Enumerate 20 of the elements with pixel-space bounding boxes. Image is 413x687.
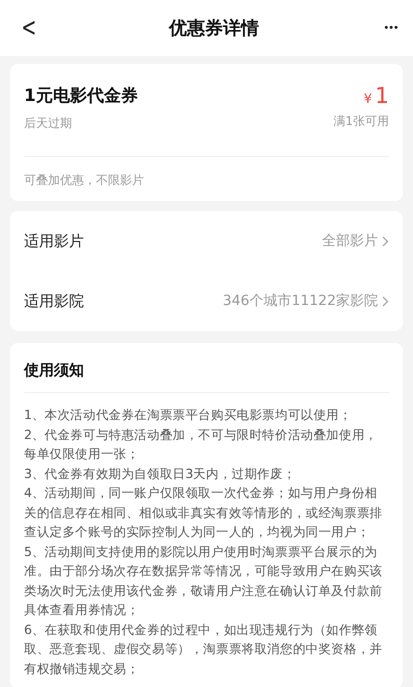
rule-text: 3、代金券有效期为自领取日3天内，过期作废； bbox=[24, 464, 297, 482]
rule-text: 2、代金券可与特惠活动叠加，不可与限时特价活动叠加使用，每单仅限使用一张； bbox=[24, 426, 378, 463]
coupon-note: 可叠加优惠，不限影片 bbox=[24, 173, 144, 187]
scope-label: 适用影片 bbox=[24, 232, 84, 250]
usage-condition: 满1张可用 bbox=[333, 113, 389, 130]
expiry-text: 后天过期 bbox=[24, 115, 73, 132]
more-button[interactable]: ••• bbox=[384, 22, 399, 34]
back-button[interactable]: < bbox=[18, 13, 40, 43]
rule-text: 1、本次活动代金券在淘票票平台购买电影票均可以使用； bbox=[24, 406, 353, 424]
rule-text: 4、活动期间，同一账户仅限领取一次代金券；如与用户身份相关的信息存在相同、相似或非真实有效等情形的，或经淘票票排查认定多个账号的实际控制人为同一人的，均视为同一用户； bbox=[24, 484, 384, 541]
coupon-name: 1元电影代金券 bbox=[24, 85, 138, 107]
page-title: 优惠券详情 bbox=[169, 17, 260, 40]
currency-symbol: ¥ bbox=[364, 92, 372, 107]
chevron-right-icon bbox=[382, 236, 389, 246]
rules-title: 使用须知 bbox=[24, 343, 389, 393]
rule-text: 6、在获取和使用代金券的过程中，如出现违规行为（如作弊领取、恶意套现、虚假交易等），淘票票将取消您的中奖资格，并有权撤销违规交易； bbox=[24, 620, 384, 678]
coupon-amount: 1 bbox=[375, 84, 389, 109]
chevron-right-icon bbox=[382, 296, 389, 306]
scope-label: 适用影院 bbox=[24, 292, 84, 310]
rule-text: 5、活动期间支持使用的影院以用户使用时淘票票平台展示的为准。由于部分场次存在数据异常等情况，可能导致用户在购买该类场次时无法使用该代金券，敬请用户注意在确认订单及付款前具体查看用券情况； bbox=[24, 542, 384, 619]
